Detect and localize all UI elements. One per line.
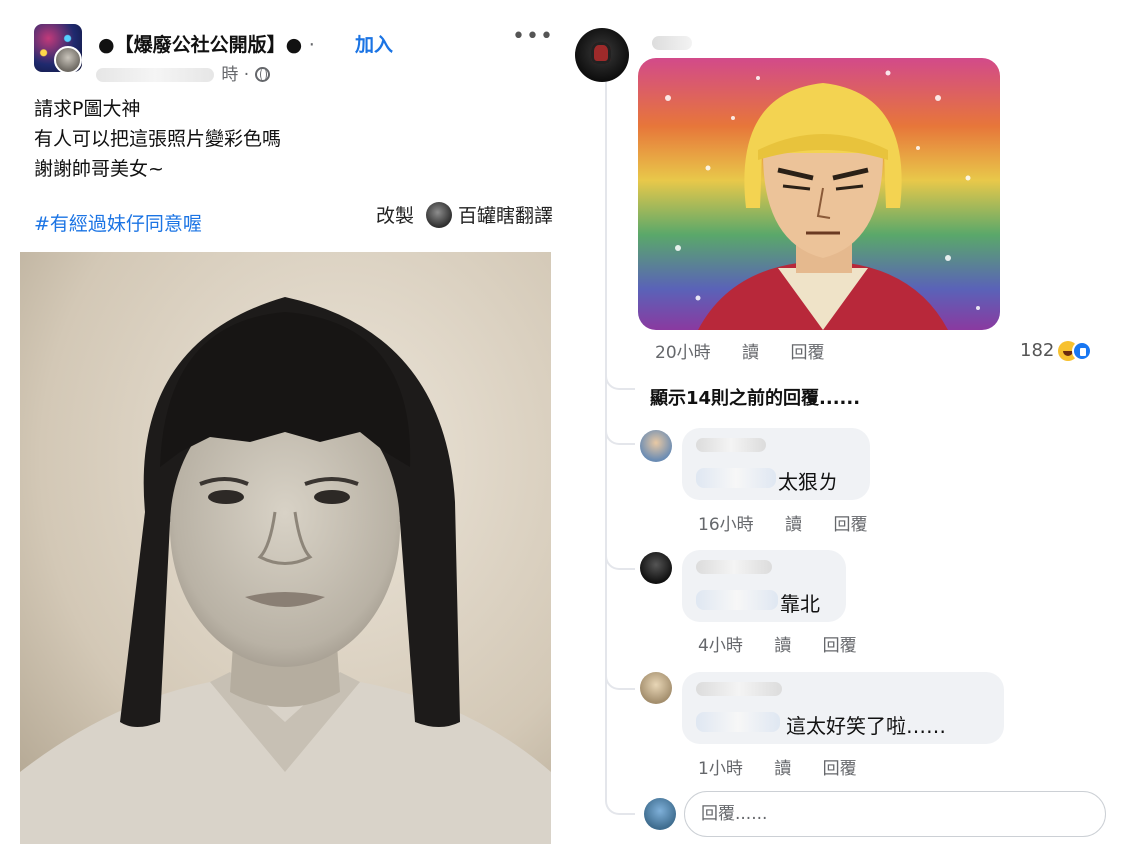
- reply-avatar[interactable]: [640, 552, 672, 584]
- post-meta: 時 ·: [96, 60, 270, 85]
- thread-connector: [605, 550, 635, 570]
- poster-avatar[interactable]: [54, 46, 82, 74]
- blurred-mention: [696, 468, 776, 488]
- read-link[interactable]: 讀: [774, 759, 791, 779]
- thread-line: [605, 80, 607, 800]
- post-photo[interactable]: [20, 252, 551, 844]
- blurred-reply-author: [696, 682, 782, 696]
- post-line: 謝謝帥哥美女~: [34, 158, 164, 180]
- post-card: ●【爆廢公社公開版】● · 加入 ••• 時 · 請求P圖大神 有人可以把這張照…: [0, 0, 585, 848]
- current-user-avatar[interactable]: [644, 798, 676, 830]
- reply-bubble: 靠北: [682, 550, 846, 622]
- blurred-reply-author: [696, 438, 766, 452]
- remix-label: 改製: [376, 205, 415, 227]
- remix-credit: 改製 百罐瞎翻譯: [376, 201, 553, 228]
- blurred-commenter-name: [652, 36, 692, 50]
- thread-connector: [605, 795, 635, 815]
- thread-connector: [605, 670, 635, 690]
- show-previous-replies-link[interactable]: 顯示14則之前的回覆......: [650, 384, 860, 410]
- reply-text: 太狠ㄌ: [778, 470, 838, 494]
- post-time[interactable]: 時 ·: [221, 65, 249, 85]
- vintage-portrait-image: [20, 252, 551, 844]
- read-link[interactable]: 讀: [774, 636, 791, 656]
- reply-actions: 1小時 讀 回覆: [698, 754, 883, 779]
- reply-actions: 4小時 讀 回覆: [698, 631, 883, 656]
- post-body: 請求P圖大神 有人可以把這張照片變彩色嗎 謝謝帥哥美女~: [34, 94, 281, 184]
- commenter-avatar[interactable]: [575, 28, 629, 82]
- separator-dot: ·: [308, 34, 315, 56]
- cartoon-meme-image: [638, 58, 1000, 330]
- thread-connector: [605, 370, 635, 390]
- reply-bubble: 這太好笑了啦……: [682, 672, 1004, 744]
- more-options-icon[interactable]: •••: [512, 24, 554, 49]
- reply-avatar[interactable]: [640, 430, 672, 462]
- group-name[interactable]: ●【爆廢公社公開版】● ·: [98, 30, 315, 57]
- reply-composer[interactable]: [684, 791, 1106, 837]
- reply-input[interactable]: [685, 792, 1105, 836]
- globe-icon: [254, 67, 270, 82]
- read-link[interactable]: 讀: [742, 343, 759, 363]
- reply-text: 這太好笑了啦……: [786, 714, 946, 738]
- blurred-poster-name: [96, 68, 214, 82]
- meme-image[interactable]: [638, 58, 1000, 330]
- reply-link[interactable]: 回覆: [790, 343, 824, 363]
- post-line: 請求P圖大神: [34, 98, 141, 120]
- reaction-count: 182: [1020, 340, 1055, 361]
- hashtag-link[interactable]: #有經過妹仔同意喔: [34, 209, 202, 236]
- blurred-reply-author: [696, 560, 772, 574]
- reply-bubble: 太狠ㄌ: [682, 428, 870, 500]
- remix-author-avatar[interactable]: [426, 201, 453, 228]
- join-group-link[interactable]: 加入: [355, 30, 393, 57]
- reply-time[interactable]: 16小時: [698, 515, 754, 535]
- remix-author-name[interactable]: 百罐瞎翻譯: [458, 201, 553, 228]
- reply-avatar[interactable]: [640, 672, 672, 704]
- like-reaction-icon: [1072, 340, 1093, 361]
- comment-time[interactable]: 20小時: [655, 343, 711, 363]
- post-line: 有人可以把這張照片變彩色嗎: [34, 128, 282, 150]
- thread-connector: [605, 425, 635, 445]
- blurred-mention: [696, 590, 778, 610]
- reply-time[interactable]: 1小時: [698, 759, 743, 779]
- reply-link[interactable]: 回覆: [823, 636, 857, 656]
- reply-actions: 16小時 讀 回覆: [698, 510, 893, 535]
- reply-text: 靠北: [780, 592, 820, 616]
- reply-link[interactable]: 回覆: [823, 759, 857, 779]
- blurred-mention: [696, 712, 780, 732]
- comment-actions: 20小時 讀 回覆: [655, 338, 850, 363]
- read-link[interactable]: 讀: [785, 515, 802, 535]
- reply-link[interactable]: 回覆: [833, 515, 867, 535]
- reaction-summary[interactable]: 182: [1020, 340, 1093, 361]
- reply-time[interactable]: 4小時: [698, 636, 743, 656]
